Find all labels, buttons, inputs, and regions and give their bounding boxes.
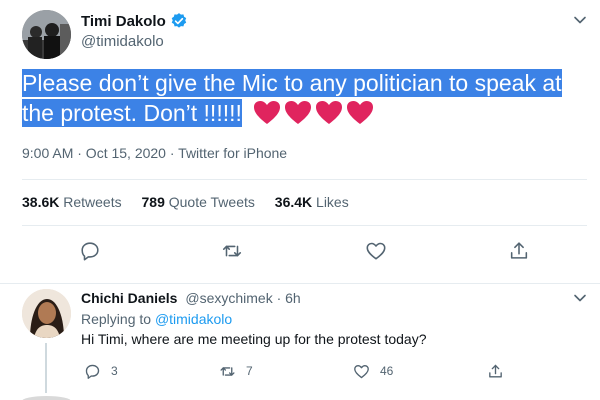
thread-line	[45, 343, 47, 393]
reply-author-avatar[interactable]	[22, 289, 71, 338]
retweets-stat[interactable]: 38.6K Retweets	[22, 194, 122, 210]
reply-replies-count: 3	[111, 364, 118, 378]
reply-text: Hi Timi, where are me meeting up for the…	[81, 331, 427, 347]
tweet-stats: 38.6K Retweets 789 Quote Tweets 36.4K Li…	[22, 194, 365, 210]
likes-label: Likes	[316, 194, 349, 210]
chevron-down-icon[interactable]	[572, 290, 588, 306]
next-avatar	[22, 396, 71, 400]
verified-badge-icon	[171, 13, 187, 28]
retweet-icon[interactable]	[221, 240, 243, 262]
reply-author-name[interactable]: Chichi Daniels	[81, 290, 177, 306]
divider	[22, 225, 587, 226]
profile-photo-icon	[22, 10, 71, 59]
reply-likes-count: 46	[380, 364, 394, 378]
quotes-count: 789	[141, 194, 165, 210]
main-tweet: Timi Dakolo @timidakolo Please don’t giv…	[0, 0, 600, 283]
reply-header: Chichi Daniels @sexychimek · 6h	[81, 290, 301, 306]
author-handle[interactable]: @timidakolo	[81, 33, 164, 50]
reply-icon[interactable]	[79, 240, 101, 262]
reply-icon	[85, 364, 100, 379]
reply-reply-action[interactable]: 3	[84, 361, 118, 381]
reply-tweet[interactable]: Chichi Daniels @sexychimek · 6h Replying…	[0, 283, 600, 400]
profile-photo-icon	[22, 289, 71, 338]
author-name[interactable]: Timi Dakolo	[81, 13, 166, 30]
red-heart-icon	[254, 101, 373, 124]
chevron-down-icon[interactable]	[572, 12, 588, 28]
divider	[22, 179, 587, 180]
retweet-icon	[220, 366, 235, 376]
reply-age[interactable]: · 6h	[277, 290, 301, 306]
replying-prefix: Replying to	[81, 311, 152, 327]
reply-retweets-count: 7	[246, 364, 253, 378]
replying-to: Replying to @timidakolo	[81, 311, 232, 327]
reply-retweet-action[interactable]: 7	[219, 361, 253, 381]
tweet-text-line-1: Please don’t give the Mic to any politic…	[22, 69, 562, 97]
retweets-label: Retweets	[63, 194, 122, 210]
share-icon[interactable]	[508, 240, 530, 262]
likes-count: 36.4K	[274, 194, 313, 210]
author-avatar[interactable]	[22, 10, 71, 59]
reply-share-action[interactable]	[487, 361, 514, 381]
likes-stat[interactable]: 36.4K Likes	[275, 194, 349, 210]
reply-author-handle[interactable]: @sexychimek	[185, 290, 272, 306]
like-icon	[354, 364, 369, 378]
tweet-timestamp[interactable]: 9:00 AM · Oct 15, 2020 · Twitter for iPh…	[22, 145, 287, 161]
tweet-text-line-2: the protest. Don’t !!!!!!	[22, 99, 242, 127]
replying-mention[interactable]: @timidakolo	[155, 311, 232, 327]
quotes-stat[interactable]: 789 Quote Tweets	[142, 194, 255, 210]
retweets-count: 38.6K	[22, 194, 60, 210]
like-icon[interactable]	[365, 240, 387, 262]
reply-like-action[interactable]: 46	[353, 361, 393, 381]
quotes-label: Quote Tweets	[168, 194, 255, 210]
share-icon	[489, 364, 502, 377]
